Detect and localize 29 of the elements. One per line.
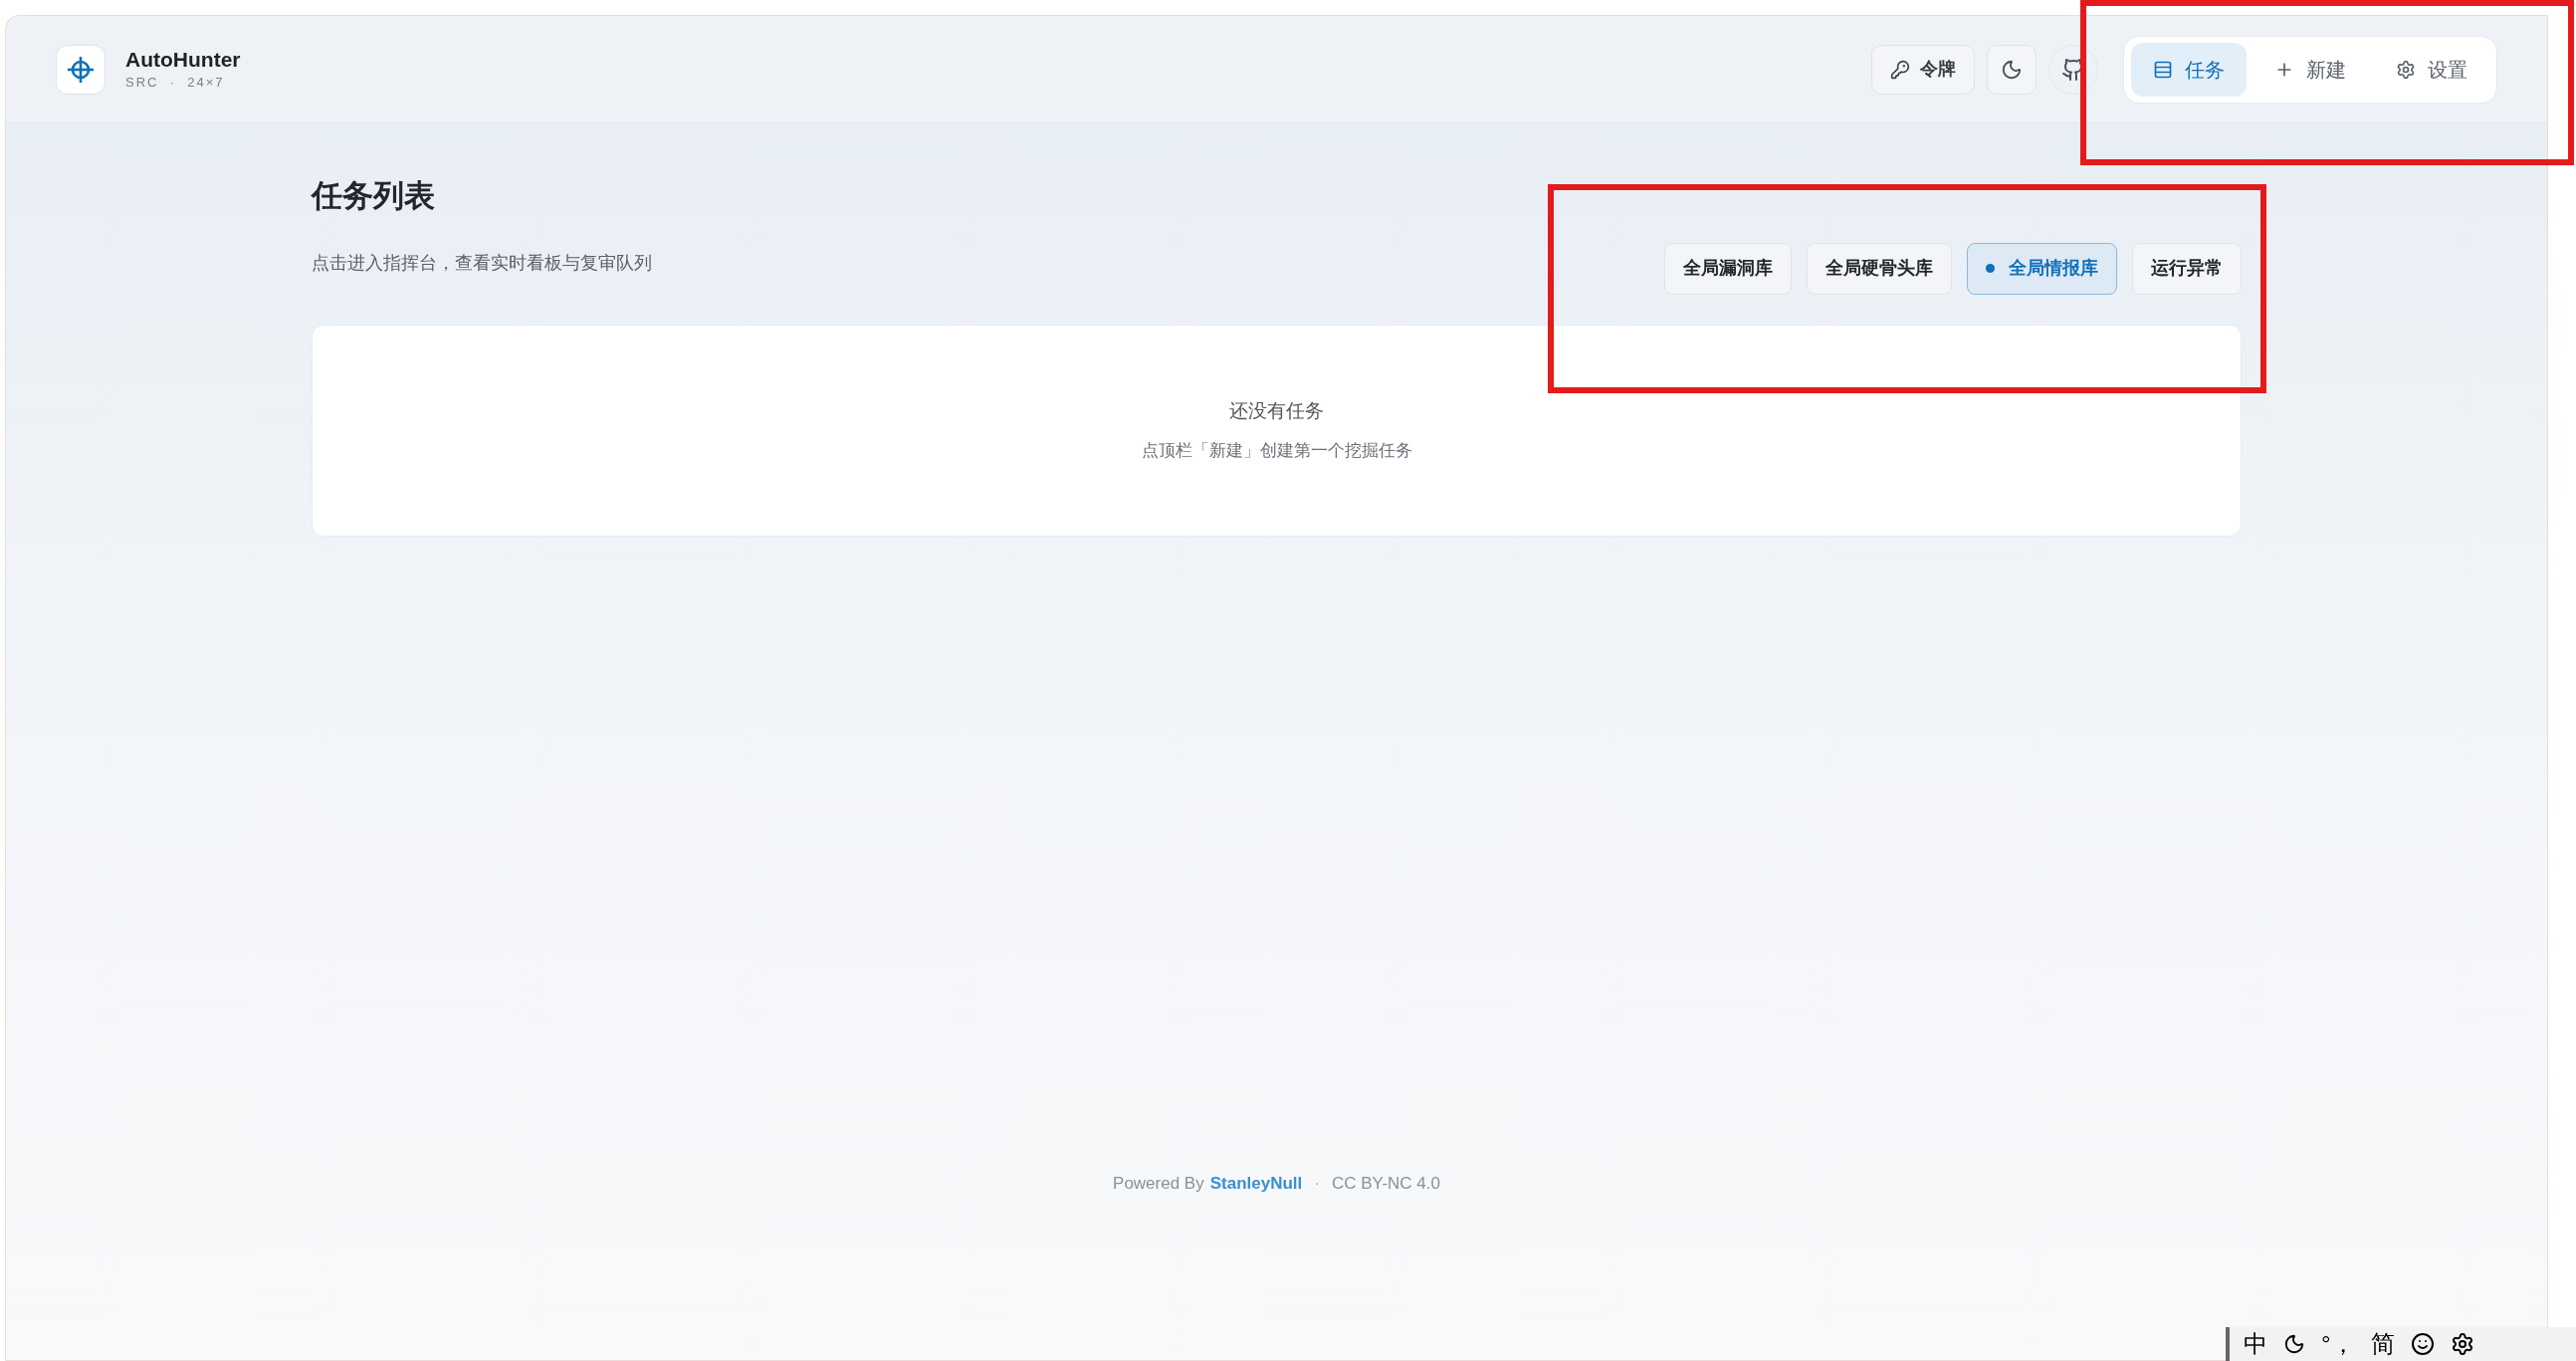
script-mode-text[interactable]: 简 [2370, 1326, 2395, 1361]
filter-button[interactable]: 全局情报库 [1967, 242, 2117, 295]
key-icon [1890, 59, 1910, 80]
settings-icon [2396, 59, 2416, 80]
nav-tab[interactable]: 任务 [2131, 42, 2247, 97]
moon-icon[interactable] [2283, 1333, 2305, 1355]
filter-button[interactable]: 运行异常 [2132, 242, 2242, 295]
license-text: CC BY-NC 4.0 [1332, 1172, 1440, 1195]
input-mode-text[interactable]: 中 [2244, 1326, 2267, 1361]
crosshair-icon [67, 55, 95, 84]
page-title: 任务列表 [312, 177, 436, 215]
empty-state-hint: 点顶栏「新建」创建第一个挖掘任务 [1141, 439, 1412, 462]
token-button[interactable]: 令牌 [1871, 44, 1975, 95]
punctuation-text[interactable]: °， [2321, 1326, 2355, 1361]
moon-icon [2001, 58, 2023, 81]
app-title: AutoHunter [125, 46, 241, 73]
nav-tab[interactable]: 设置 [2374, 42, 2489, 97]
smiley-icon[interactable] [2410, 1332, 2435, 1356]
settings-icon[interactable] [2450, 1332, 2474, 1356]
app-tagline: SRC · 24×7 [125, 73, 226, 92]
filter-button[interactable]: 全局漏洞库 [1664, 242, 1792, 295]
powered-by-text: Powered By [1113, 1172, 1204, 1195]
page-subtitle: 点击进入指挥台，查看实时看板与复审队列 [312, 251, 652, 275]
theme-toggle-button[interactable] [1987, 44, 2037, 95]
separator-dot: · [1314, 1172, 1320, 1195]
empty-state-title: 还没有任务 [1229, 399, 1324, 423]
nav-tab[interactable]: 新建 [2253, 42, 2368, 97]
filter-button[interactable]: 全局硬骨头库 [1807, 242, 1952, 295]
list-icon [2153, 59, 2173, 80]
